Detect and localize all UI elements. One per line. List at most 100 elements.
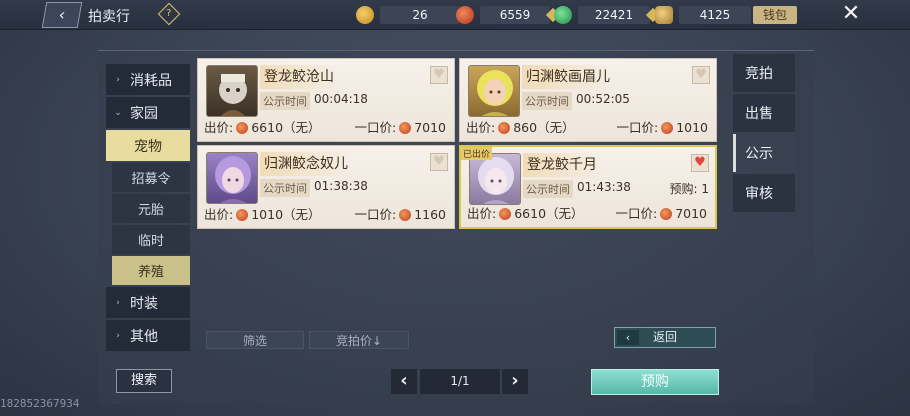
time-label: 公示时间 — [523, 180, 573, 198]
pet-portrait-image — [219, 74, 247, 116]
heart-icon[interactable]: ♥ — [430, 153, 448, 171]
chevron-right-icon: › — [116, 297, 120, 308]
preorder-count: 预购: 1 — [669, 182, 710, 196]
nav-sub-embryo[interactable]: 元胎 — [112, 194, 190, 223]
mode-tabs: 竞拍 出售 公示 审核 — [733, 54, 795, 214]
nav-item-other[interactable]: › 其他 — [106, 320, 190, 351]
pet-name: 登龙鲛千月 — [523, 153, 601, 177]
pet-name: 归渊鲛念奴儿 — [260, 152, 352, 176]
buyout-price: 一口价: 1010 — [616, 117, 708, 136]
bid-price: 出价: 6610（无） — [467, 203, 584, 222]
pet-portrait — [206, 65, 258, 117]
pet-portrait-image — [478, 157, 514, 204]
search-button[interactable]: 搜索 — [116, 369, 172, 393]
tab-auction[interactable]: 竞拍 — [733, 54, 795, 92]
time-label: 公示时间 — [260, 179, 310, 197]
bid-value: 6610（无） — [514, 206, 584, 221]
nav-label: 时装 — [130, 295, 158, 312]
tab-review[interactable]: 审核 — [733, 174, 795, 212]
listing-card[interactable]: 归渊鲛画眉儿 公示时间 00:52:05 ♥ 出价: 860（无） 一口价: 101… — [459, 58, 717, 142]
heart-icon[interactable]: ♥ — [430, 66, 448, 84]
price-row: 出价: 1010（无） 一口价: 1160 — [204, 204, 446, 223]
currency-ingot: 26 — [356, 5, 460, 25]
page-indicator: 1/1 — [420, 369, 500, 394]
buyout-value: 7010 — [675, 206, 707, 221]
chevron-left-icon: ‹ — [57, 5, 67, 24]
price-row: 出价: 6610（无） 一口价: 7010 — [467, 203, 707, 222]
coin-icon — [399, 122, 412, 134]
nav-item-pets[interactable]: 宠物 — [106, 130, 190, 161]
buyout-label: 一口价: — [615, 206, 658, 221]
prev-page-button[interactable]: ‹ — [391, 369, 417, 394]
help-icon[interactable]: ? — [157, 2, 181, 26]
bid-price: 出价: 6610（无） — [204, 117, 321, 136]
buyout-label: 一口价: — [616, 120, 659, 135]
currency-red: 6559 — [456, 5, 561, 25]
coin-icon — [236, 209, 249, 221]
next-page-button[interactable]: › — [502, 369, 528, 394]
buyout-value: 7010 — [414, 120, 446, 135]
red-coin-icon — [456, 6, 474, 24]
buyout-value: 1010 — [676, 120, 708, 135]
sort-bid-price-button[interactable]: 竞拍价↓ — [309, 331, 409, 349]
nav-sub-recruit[interactable]: 招募令 — [112, 163, 190, 192]
buyout-price: 一口价: 7010 — [615, 203, 707, 222]
return-label: 返回 — [652, 330, 677, 344]
chevron-right-icon: › — [116, 330, 120, 341]
bid-label: 出价: — [204, 120, 234, 135]
return-button[interactable]: ‹ 返回 — [614, 327, 716, 348]
close-button[interactable]: ✕ — [836, 0, 866, 30]
feather-icon — [655, 6, 673, 24]
top-bar: ‹ 拍卖行 ? 26 6559 22421 4125 钱包 ✕ — [0, 0, 910, 30]
bid-value: 860（无） — [513, 120, 575, 135]
buyout-label: 一口价: — [354, 207, 397, 222]
chevron-down-icon: ⌄ — [114, 107, 122, 118]
wallet-button[interactable]: 钱包 — [753, 6, 797, 24]
listing-card-selected[interactable]: 已出价 登龙鲛千月 公示时间 01:43:38 ♥ 预购: 1 出价: 6610（… — [459, 145, 717, 229]
nav-sub-breeding[interactable]: 养殖 — [112, 256, 190, 285]
currency-jade: 22421 — [554, 5, 661, 25]
nav-item-consumables[interactable]: › 消耗品 — [106, 64, 190, 95]
pet-name: 登龙鲛沧山 — [260, 65, 338, 89]
heart-icon[interactable]: ♥ — [691, 154, 709, 172]
page-title: 拍卖行 — [88, 9, 130, 25]
arrow-left-icon: ‹ — [617, 330, 639, 345]
time-label: 公示时间 — [260, 92, 310, 110]
coin-icon — [399, 209, 412, 221]
bid-label: 出价: — [466, 120, 496, 135]
currency-jade-value: 22421 — [578, 6, 650, 24]
currency-feather: 4125 — [655, 5, 751, 25]
nav-label: 消耗品 — [130, 72, 172, 89]
time-value: 01:38:38 — [314, 179, 368, 193]
nav-label: 家园 — [130, 105, 158, 122]
buyout-price: 一口价: 7010 — [354, 117, 446, 136]
heart-icon[interactable]: ♥ — [692, 66, 710, 84]
bid-placed-badge: 已出价 — [461, 147, 493, 160]
bid-label: 出价: — [204, 207, 234, 222]
pet-portrait — [468, 65, 520, 117]
currency-ingot-value: 26 — [380, 6, 460, 24]
buyout-price: 一口价: 1160 — [354, 204, 446, 223]
listing-card[interactable]: 归渊鲛念奴儿 公示时间 01:38:38 ♥ 出价: 1010（无） 一口价: 11… — [197, 145, 455, 229]
time-value: 00:52:05 — [576, 92, 630, 106]
listing-card[interactable]: 登龙鲛沧山 公示时间 00:04:18 ♥ 出价: 6610（无） 一口价: 701… — [197, 58, 455, 142]
tab-sell[interactable]: 出售 — [733, 94, 795, 132]
close-icon: ✕ — [841, 1, 861, 26]
tab-public[interactable]: 公示 — [733, 134, 795, 172]
pet-portrait — [469, 153, 521, 205]
bid-value: 6610（无） — [251, 120, 321, 135]
filter-button[interactable]: 筛选 — [206, 331, 304, 349]
nav-item-home[interactable]: ⌄ 家园 — [106, 97, 190, 128]
nav-item-fashion[interactable]: › 时装 — [106, 287, 190, 318]
time-value: 00:04:18 — [314, 92, 368, 106]
buyout-label: 一口价: — [354, 120, 397, 135]
pet-portrait-image — [215, 156, 251, 203]
bid-price: 出价: 1010（无） — [204, 204, 321, 223]
pet-portrait — [206, 152, 258, 204]
back-button[interactable]: ‹ — [41, 2, 83, 28]
preorder-button[interactable]: 预购 — [591, 369, 719, 395]
time-label: 公示时间 — [522, 92, 572, 110]
coin-icon — [660, 208, 673, 220]
nav-sub-temporary[interactable]: 临时 — [112, 225, 190, 254]
price-row: 出价: 6610（无） 一口价: 7010 — [204, 117, 446, 136]
